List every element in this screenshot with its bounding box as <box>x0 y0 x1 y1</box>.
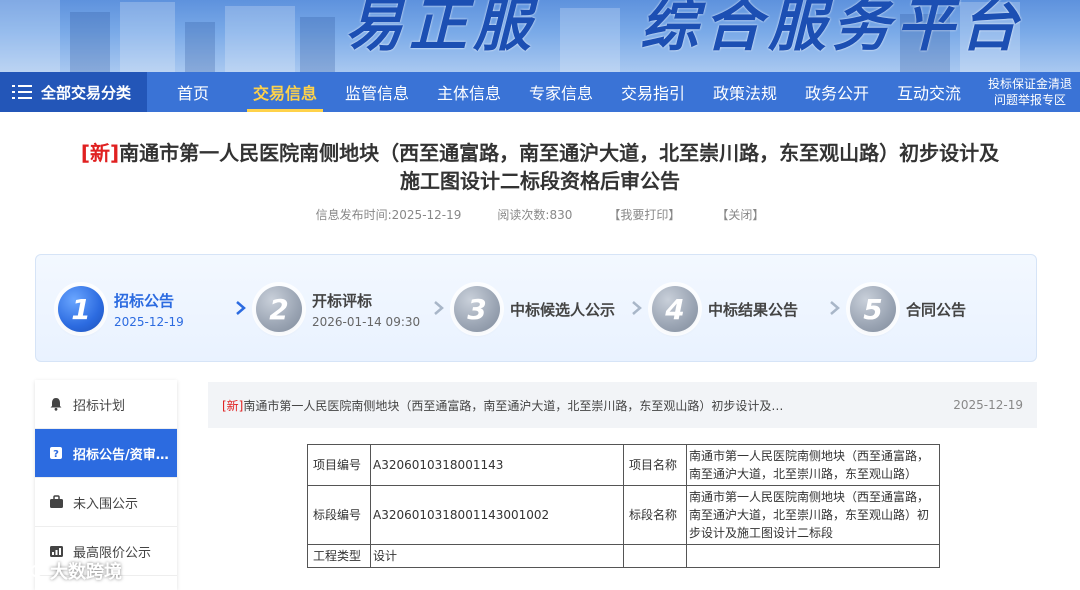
page-title: [新]南通市第一人民医院南侧地块（西至通富路，南至通沪大道，北至崇川路，东至观山… <box>40 139 1040 195</box>
header-banner: 易正服 综合服务平台 <box>0 0 1080 72</box>
step-number-badge: 5 <box>850 286 896 332</box>
all-categories-button[interactable]: 全部交易分类 <box>0 72 147 112</box>
table-cell-v2: 南通市第一人民医院南侧地块（西至通富路，南至通沪大道，北至崇川路，东至观山路）初… <box>686 485 940 545</box>
menu-icon <box>12 84 32 100</box>
step-number-badge: 3 <box>454 286 500 332</box>
table-cell-v1: A3206010318001143 <box>370 444 624 486</box>
nav-item-3[interactable]: 监管信息 <box>331 72 423 112</box>
notice-icon: ? <box>48 445 64 461</box>
print-link[interactable]: 【我要打印】 <box>608 206 680 223</box>
all-categories-label: 全部交易分类 <box>41 83 132 102</box>
nav-item-4[interactable]: 主体信息 <box>423 72 515 112</box>
table-row: 项目编号 A3206010318001143 项目名称 南通市第一人民医院南侧地块（西… <box>307 444 940 486</box>
table-cell-v1: 设计 <box>370 544 624 568</box>
step-arrow-icon <box>236 301 246 315</box>
step-name: 中标结果公告 <box>708 300 799 319</box>
nav-item-8[interactable]: 政务公开 <box>791 72 883 112</box>
table-cell-l1: 工程类型 <box>307 544 371 568</box>
nav-item-1[interactable]: 首页 <box>147 72 239 112</box>
table-row: 工程类型 设计 <box>307 544 940 568</box>
nav-special-line2: 问题举报专区 <box>993 93 1066 107</box>
new-tag: [新] <box>80 141 120 165</box>
banner-title-left: 易正服 <box>345 0 538 59</box>
watermark: 大数跨境 <box>6 558 122 584</box>
table-row: 标段编号 A3206010318001143001002 标段名称 南通市第一人民医院… <box>307 485 940 545</box>
table-cell-l1: 标段编号 <box>307 485 371 545</box>
step-5[interactable]: 5 合同公告 <box>850 281 966 337</box>
step-4[interactable]: 4 中标结果公告 <box>652 281 798 337</box>
sidebar-item-label: 招标计划 <box>73 398 126 414</box>
bell-icon <box>48 396 64 412</box>
step-2[interactable]: 2 开标评标 2026-01-14 09:30 <box>256 281 420 337</box>
read-count: 阅读次数:830 <box>497 208 573 222</box>
sidebar-item-label: 未入围公示 <box>73 496 139 512</box>
notice-title: 南通市第一人民医院南侧地块（西至通富路，南至通沪大道，北至崇川路，东至观山路）初… <box>243 398 784 413</box>
nav-item-9[interactable]: 互动交流 <box>883 72 975 112</box>
project-info-table: 项目编号 A3206010318001143 项目名称 南通市第一人民医院南侧地块（西… <box>307 444 940 568</box>
title-line2: 施工图设计二标段资格后审公告 <box>400 169 680 193</box>
process-steps: 1 招标公告 2025-12-19 2 开标评标 2026-01-14 09:30 3 中标候… <box>35 254 1037 362</box>
table-cell-v2 <box>686 544 940 568</box>
step-number-badge: 1 <box>58 286 104 332</box>
chart-icon <box>48 543 64 559</box>
sidebar-item-1[interactable]: 招标计划 <box>35 380 177 429</box>
main-nav: 全部交易分类 首页 交易信息 监管信息 主体信息 专家信息 交易指引 政策法规 政务公开 互动交… <box>0 72 1080 112</box>
nav-item-2[interactable]: 交易信息 <box>239 72 331 112</box>
table-cell-v2: 南通市第一人民医院南侧地块（西至通富路，南至通沪大道，北至崇川路，东至观山路） <box>686 444 940 486</box>
step-date: 2026-01-14 09:30 <box>312 314 421 329</box>
nav-item-7[interactable]: 政策法规 <box>699 72 791 112</box>
step-arrow-icon <box>830 301 840 315</box>
table-cell-l1: 项目编号 <box>307 444 371 486</box>
step-name: 合同公告 <box>906 300 967 319</box>
watermark-logo-icon <box>7 562 42 578</box>
briefcase-icon <box>48 494 64 510</box>
sidebar-item-3[interactable]: 未入围公示 <box>35 478 177 527</box>
title-line1: 南通市第一人民医院南侧地块（西至通富路，南至通沪大道，北至崇川路，东至观山路）初… <box>119 141 1000 165</box>
watermark-text: 大数跨境 <box>50 562 122 583</box>
close-link[interactable]: 【关闭】 <box>716 206 764 223</box>
step-name: 招标公告 <box>114 291 175 310</box>
table-cell-l2: 项目名称 <box>623 444 687 486</box>
nav-special-link[interactable]: 投标保证金清退 问题举报专区 <box>988 76 1072 108</box>
nav-items: 首页 交易信息 监管信息 主体信息 专家信息 交易指引 政策法规 政务公开 互动交流 <box>147 72 975 112</box>
step-arrow-icon <box>434 301 444 315</box>
step-number-badge: 4 <box>652 286 698 332</box>
banner-title-right: 综合服务平台 <box>640 0 1025 59</box>
nav-item-6[interactable]: 交易指引 <box>607 72 699 112</box>
step-1[interactable]: 1 招标公告 2025-12-19 <box>58 281 184 337</box>
nav-item-5[interactable]: 专家信息 <box>515 72 607 112</box>
notice-new-tag: [新] <box>222 398 244 413</box>
table-cell-l2: 标段名称 <box>623 485 687 545</box>
step-number-badge: 2 <box>256 286 302 332</box>
step-arrow-icon <box>632 301 642 315</box>
publish-time: 信息发布时间:2025-12-19 <box>315 208 462 222</box>
table-cell-l2 <box>623 544 687 568</box>
step-date: 2025-12-19 <box>114 314 184 329</box>
table-cell-v1: A3206010318001143001002 <box>370 485 624 545</box>
notice-item[interactable]: [新]南通市第一人民医院南侧地块（西至通富路，南至通沪大道，北至崇川路，东至观山… <box>208 382 1037 428</box>
step-name: 开标评标 <box>312 291 373 310</box>
notice-date: 2025-12-19 <box>953 398 1023 412</box>
svg-text:?: ? <box>53 449 59 460</box>
sidebar-item-label: 招标公告/资审… <box>73 447 169 463</box>
nav-special-line1: 投标保证金清退 <box>987 77 1072 91</box>
article-meta: 信息发布时间:2025-12-19 阅读次数:830 【我要打印】 【关闭】 <box>0 206 1080 223</box>
sidebar-item-2[interactable]: ? 招标公告/资审… <box>35 429 177 478</box>
step-3[interactable]: 3 中标候选人公示 <box>454 281 615 337</box>
step-name: 中标候选人公示 <box>510 300 616 319</box>
